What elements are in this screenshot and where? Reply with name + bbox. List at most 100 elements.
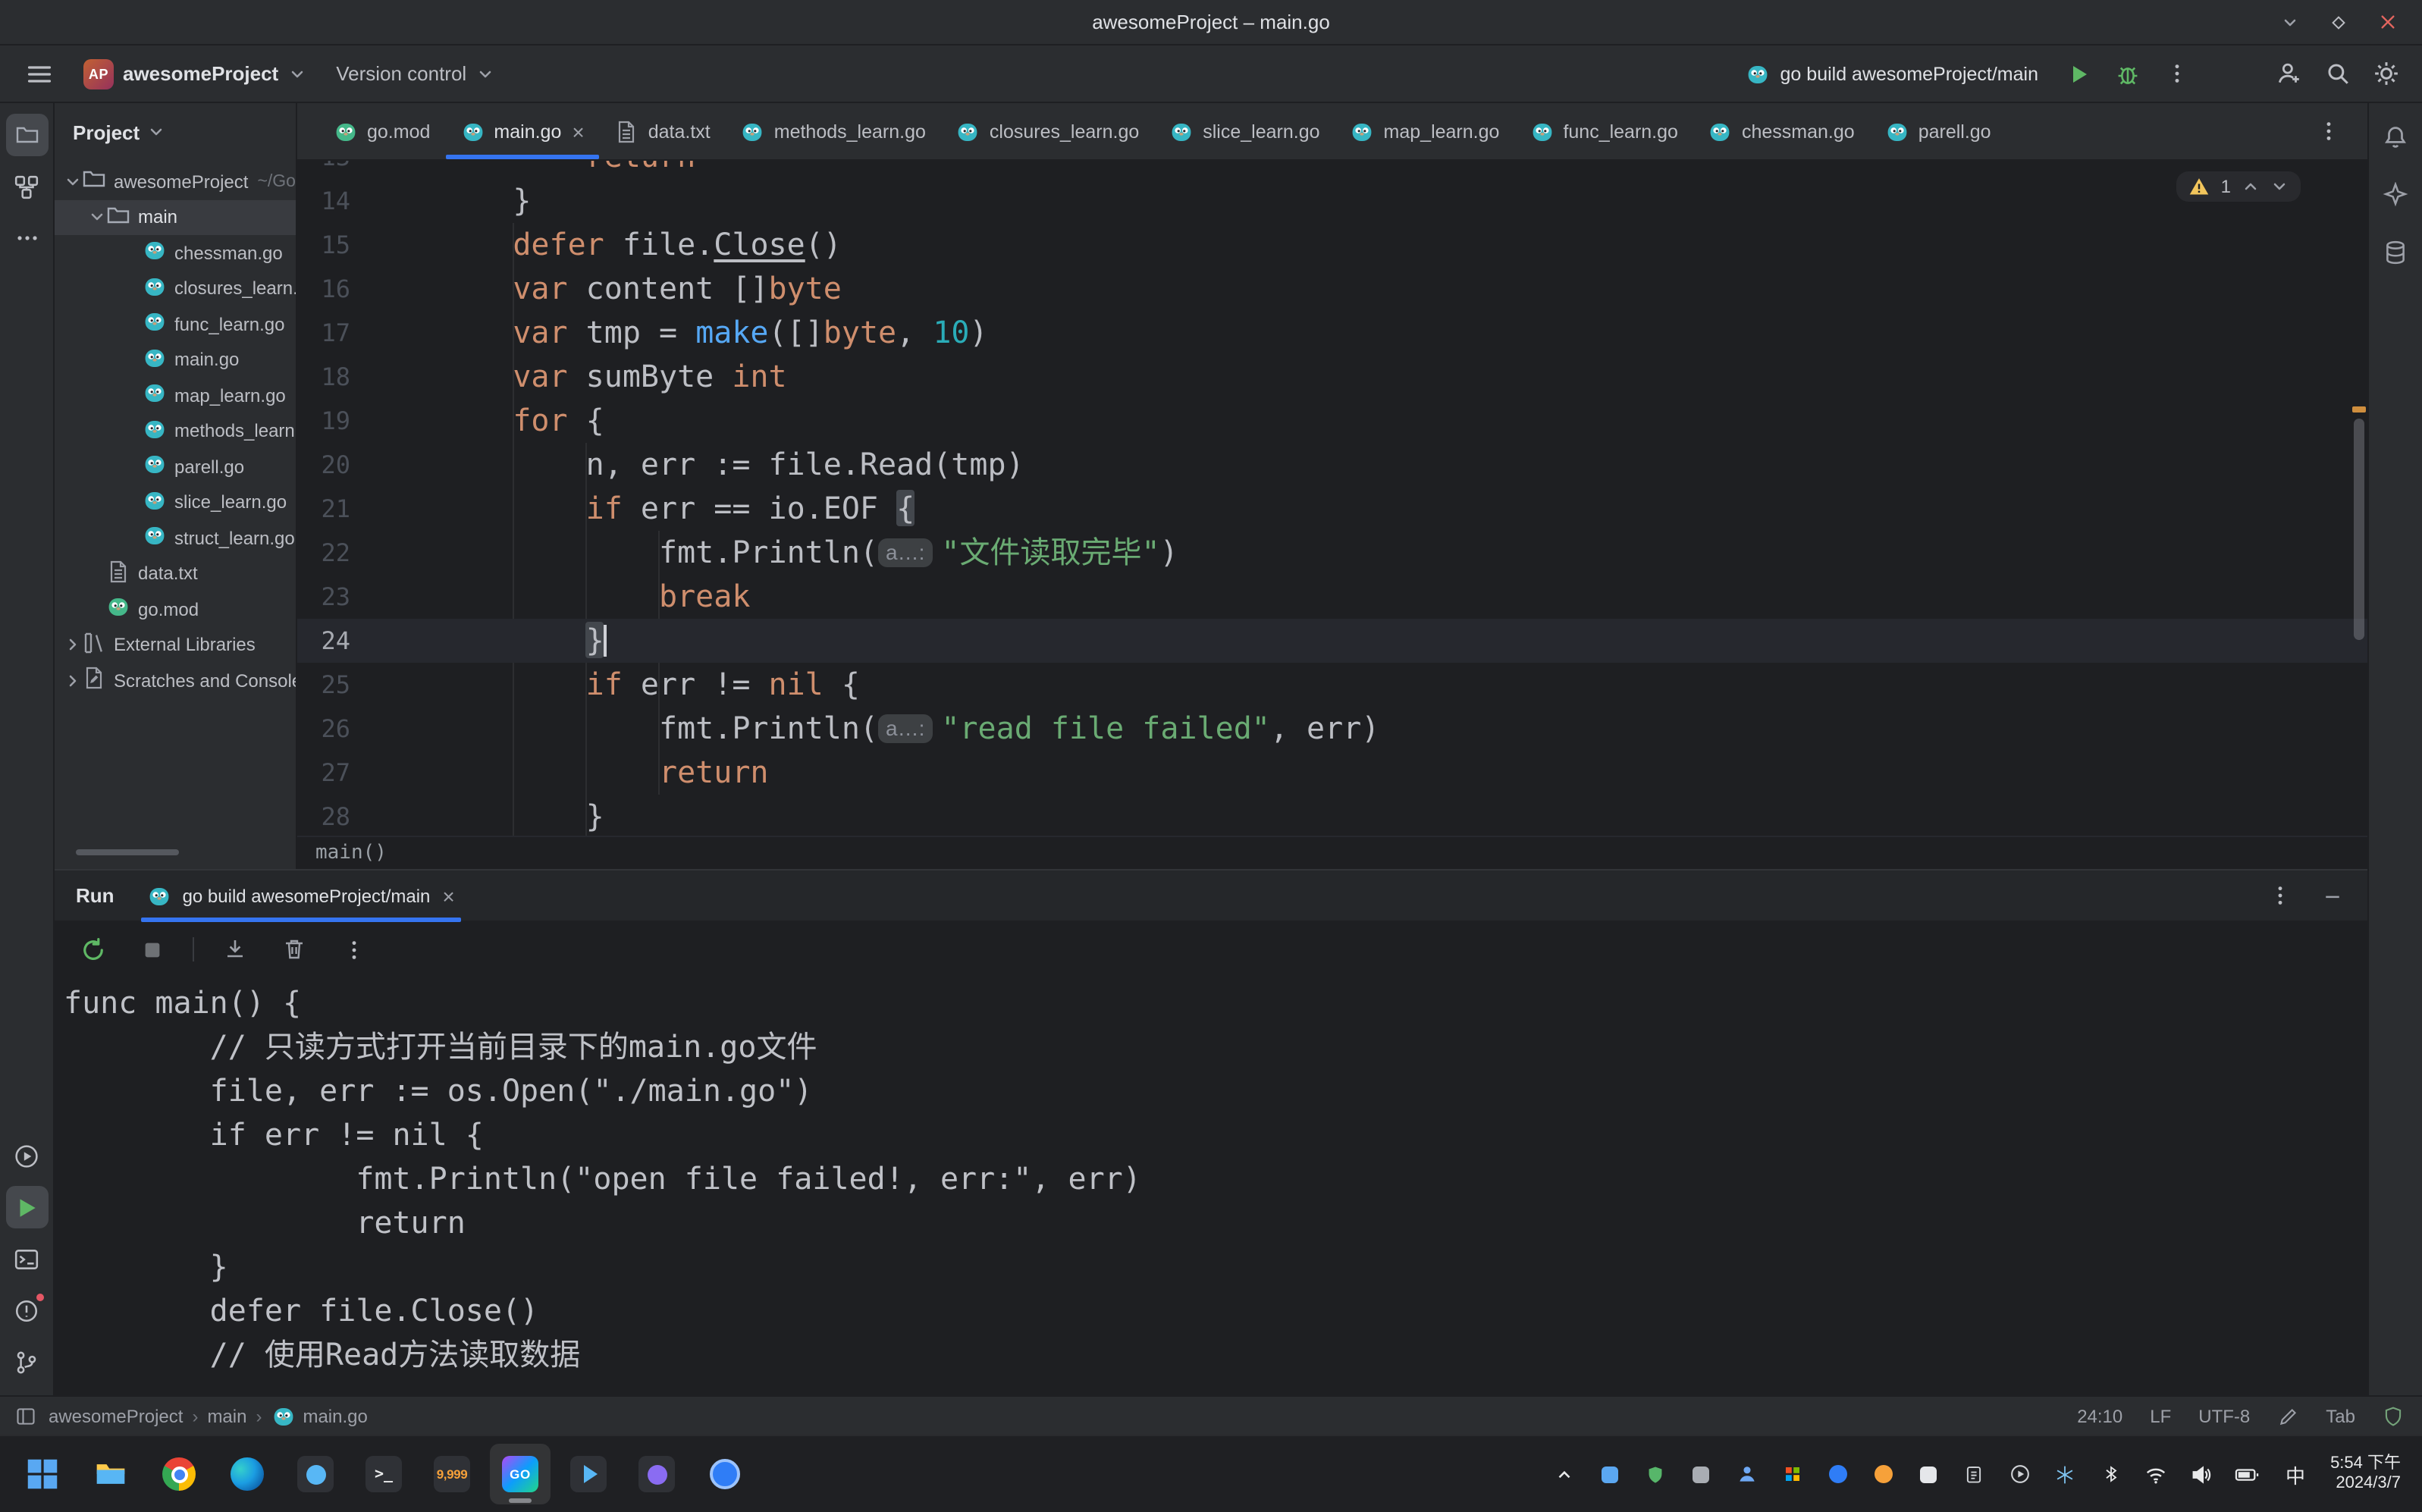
tree-item-closures-learn-go[interactable]: closures_learn.go	[55, 271, 296, 306]
main-menu-button[interactable]	[15, 52, 64, 95]
tab-options-button[interactable]	[2307, 110, 2349, 152]
editor-tab-func-learn-go[interactable]: func_learn.go	[1514, 103, 1693, 159]
tree-item-main[interactable]: main	[55, 199, 296, 235]
line-number[interactable]: 24	[297, 619, 373, 663]
editor-tab-parell-go[interactable]: parell.go	[1870, 103, 2006, 159]
tree-item-main-go[interactable]: main.go	[55, 342, 296, 378]
more-tools-button[interactable]	[5, 217, 48, 259]
services-tool-button[interactable]	[5, 1134, 48, 1177]
file-encoding[interactable]: UTF-8	[2198, 1405, 2250, 1426]
code-line-16[interactable]: 16 var content []byte	[297, 267, 2367, 311]
code-with-me-button[interactable]	[2267, 52, 2310, 95]
code-line-17[interactable]: 17 var tmp = make([]byte, 10)	[297, 311, 2367, 355]
tree-item-struct-learn-go[interactable]: struct_learn.go	[55, 520, 296, 556]
run-button[interactable]	[2058, 52, 2100, 95]
code-line-19[interactable]: 19 for {	[297, 399, 2367, 443]
cursor-position[interactable]: 24:10	[2077, 1405, 2122, 1426]
indent-style[interactable]: Tab	[2326, 1405, 2355, 1426]
tree-item-func-learn-go[interactable]: func_learn.go	[55, 306, 296, 342]
tree-item-slice-learn-go[interactable]: slice_learn.go	[55, 485, 296, 520]
tray-circle-orange-icon[interactable]	[1869, 1460, 1897, 1488]
tree-item-methods-learn-go[interactable]: methods_learn.go	[55, 413, 296, 449]
tray-network-icon[interactable]	[2142, 1460, 2169, 1488]
run-config-widget[interactable]: go build awesomeProject/main	[1732, 52, 2052, 95]
taskbar-app-goland[interactable]: GO	[490, 1444, 551, 1504]
structure-tool-button[interactable]	[5, 165, 48, 208]
tray-app-blue-icon[interactable]	[1596, 1460, 1624, 1488]
tray-clipboard-icon[interactable]	[1960, 1460, 1987, 1488]
tray-volume-icon[interactable]	[2188, 1460, 2215, 1488]
editor-tab-go-mod[interactable]: go.mod	[318, 103, 445, 159]
code-line-26[interactable]: 26 fmt.Println(a…: "read file failed", er…	[297, 707, 2367, 751]
scroll-to-end-button[interactable]	[217, 931, 253, 968]
run-more-button[interactable]	[2155, 52, 2198, 95]
line-number[interactable]: 14	[297, 179, 373, 223]
tree-item-awesomeproject[interactable]: awesomeProject ~/Gola	[55, 164, 296, 199]
project-panel-header[interactable]: Project	[55, 103, 296, 161]
tray-app-gray-icon[interactable]	[1687, 1460, 1715, 1488]
taskbar-app-pinned-app-blue[interactable]	[285, 1444, 346, 1504]
tray-app-light-icon[interactable]	[1915, 1460, 1942, 1488]
notifications-button[interactable]	[2374, 115, 2417, 158]
tray-circle-blue-icon[interactable]	[1824, 1460, 1851, 1488]
clear-console-button[interactable]	[276, 931, 312, 968]
line-number[interactable]: 15	[297, 223, 373, 267]
editor-tab-methods-learn-go[interactable]: methods_learn.go	[726, 103, 941, 159]
tray-person-blue-icon[interactable]	[1733, 1460, 1760, 1488]
taskbar-app-pinned-app-purple[interactable]	[626, 1444, 687, 1504]
taskbar-app-pinned-app-circle[interactable]	[695, 1444, 755, 1504]
ai-assistant-button[interactable]	[2374, 173, 2417, 215]
tree-item-external-libraries[interactable]: External Libraries	[55, 627, 296, 663]
taskbar-app-edge[interactable]	[217, 1444, 278, 1504]
close-icon[interactable]: ×	[442, 885, 454, 906]
code-line-20[interactable]: 20 n, err := file.Read(tmp)	[297, 443, 2367, 487]
taskbar-app-file-explorer[interactable]	[80, 1444, 141, 1504]
tool-window-layout-icon[interactable]	[15, 1405, 36, 1426]
minimize-icon[interactable]	[2322, 885, 2343, 906]
tree-item-scratches-and-consoles[interactable]: Scratches and Consoles	[55, 663, 296, 698]
project-tool-button[interactable]	[5, 114, 48, 156]
line-number[interactable]: 23	[297, 575, 373, 619]
line-number[interactable]: 21	[297, 487, 373, 531]
window-control-restore-button[interactable]	[2319, 5, 2358, 39]
line-number[interactable]: 17	[297, 311, 373, 355]
line-separator[interactable]: LF	[2150, 1405, 2171, 1426]
close-icon[interactable]: ×	[572, 121, 584, 142]
code-line-15[interactable]: 15 defer file.Close()	[297, 223, 2367, 267]
project-widget[interactable]: AP awesomeProject	[73, 52, 316, 95]
taskbar-app-terminal[interactable]: >_	[353, 1444, 414, 1504]
code-line-27[interactable]: 27 return	[297, 751, 2367, 795]
search-everywhere-button[interactable]	[2316, 52, 2358, 95]
shield-icon[interactable]	[2383, 1405, 2404, 1426]
line-number[interactable]: 22	[297, 531, 373, 575]
kebab-menu-icon[interactable]	[2269, 884, 2292, 907]
line-number[interactable]: 28	[297, 795, 373, 836]
project-hscrollbar-thumb[interactable]	[76, 849, 179, 855]
editor-tab-data-txt[interactable]: data.txt	[600, 103, 726, 159]
line-number[interactable]: 16	[297, 267, 373, 311]
line-number[interactable]: 27	[297, 751, 373, 795]
breadcrumb-main[interactable]: main	[207, 1405, 246, 1426]
taskbar-app-pinned-app-badge[interactable]: 9,999	[422, 1444, 482, 1504]
line-number[interactable]: 13	[297, 161, 373, 179]
vcs-widget[interactable]: Version control	[325, 52, 504, 95]
chevron-down-icon[interactable]	[2270, 177, 2289, 196]
tray-ms-grid-icon[interactable]	[1778, 1460, 1806, 1488]
breadcrumb-main-go[interactable]: main.go	[271, 1404, 368, 1428]
tray-media-play-icon[interactable]	[2006, 1460, 2033, 1488]
debug-button[interactable]	[2107, 52, 2149, 95]
window-control-down-button[interactable]	[2270, 5, 2310, 39]
code-line-24[interactable]: 24 }	[297, 619, 2367, 663]
editor-tab-slice-learn-go[interactable]: slice_learn.go	[1154, 103, 1335, 159]
code-line-13[interactable]: 13 return	[297, 161, 2367, 179]
rerun-button[interactable]	[74, 931, 111, 968]
tray-bluetooth-icon[interactable]	[2097, 1460, 2124, 1488]
code-line-25[interactable]: 25 if err != nil {	[297, 663, 2367, 707]
editor-scrollbar-thumb[interactable]	[2354, 419, 2364, 640]
tray-snowflake-icon[interactable]	[2051, 1460, 2078, 1488]
stop-button[interactable]	[133, 931, 170, 968]
editor-tab-closures-learn-go[interactable]: closures_learn.go	[941, 103, 1154, 159]
database-button[interactable]	[2374, 231, 2417, 273]
run-tab[interactable]: go build awesomeProject/main ×	[141, 870, 461, 921]
tray-shield-green-icon[interactable]	[1642, 1460, 1669, 1488]
